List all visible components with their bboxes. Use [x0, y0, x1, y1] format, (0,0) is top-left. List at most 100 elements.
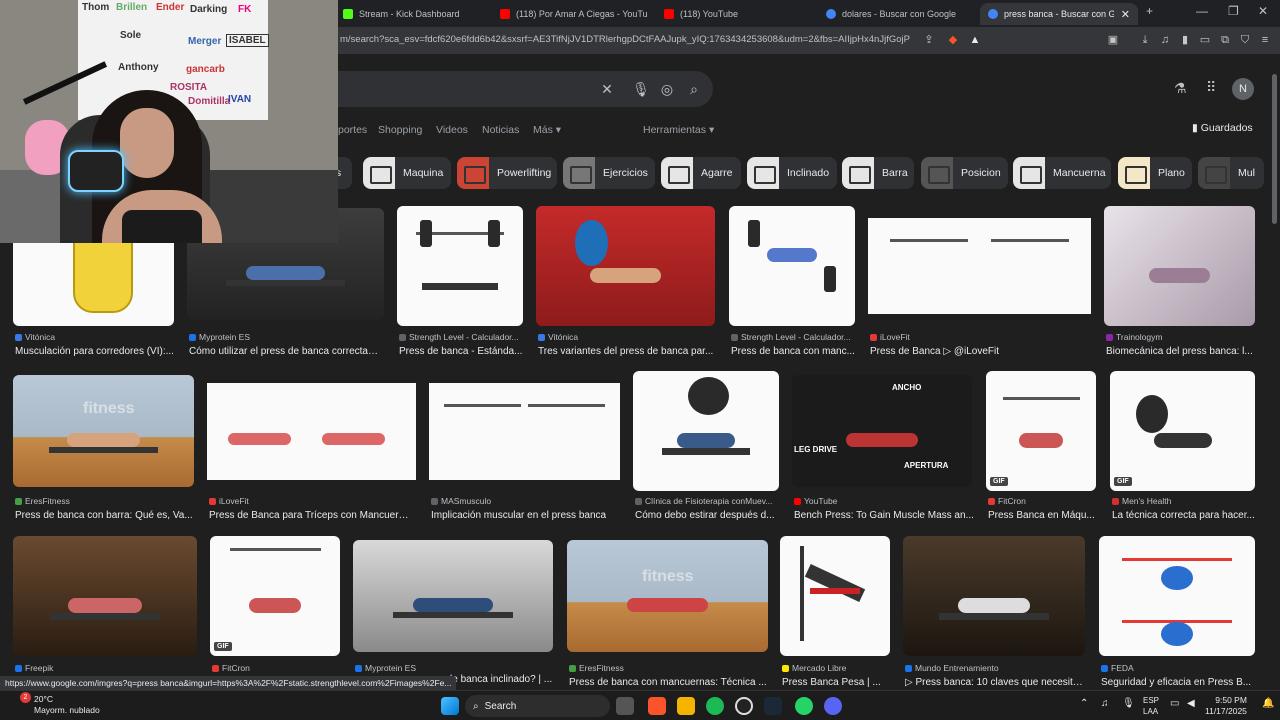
- image-result[interactable]: Freepik: [13, 536, 198, 690]
- brave-icon[interactable]: [648, 697, 666, 715]
- head-shape: [1161, 622, 1193, 647]
- media-icon[interactable]: ♫: [1158, 33, 1172, 47]
- image-result[interactable]: Trainologym Biomecánica del press banca:…: [1104, 206, 1256, 358]
- tab-youtube[interactable]: (118) YouTube: [656, 3, 806, 25]
- download-icon[interactable]: ⤓: [1138, 33, 1152, 47]
- chip[interactable]: Ejercicios: [563, 157, 655, 189]
- image-result[interactable]: iLoveFit Press de Banca para Tríceps con…: [207, 383, 417, 525]
- spotify-icon[interactable]: [706, 697, 724, 715]
- tab-noticias[interactable]: Noticias: [482, 124, 519, 136]
- tab-mas[interactable]: Más ▾: [533, 124, 561, 136]
- lens-search-icon[interactable]: ◎: [658, 80, 676, 98]
- tray-chevron-icon[interactable]: ⌃: [1080, 698, 1088, 709]
- chip-label: Powerlifting: [497, 167, 552, 179]
- discord-icon[interactable]: [824, 697, 842, 715]
- image-result[interactable]: GIF Men's Health La técnica correcta par…: [1110, 371, 1256, 525]
- chip[interactable]: Barra: [842, 157, 914, 189]
- result-source: FitCron: [988, 496, 1098, 506]
- share-icon[interactable]: ⇪: [922, 33, 936, 47]
- barbell-shape: [990, 239, 1069, 243]
- close-tab-icon[interactable]: ✕: [1121, 8, 1130, 21]
- tab-deportes[interactable]: portes: [338, 124, 367, 136]
- image-result[interactable]: fitness EresFitness Press de banca con b…: [13, 375, 195, 525]
- image-result[interactable]: iLoveFit Press de Banca ▷ @iLoveFit: [868, 218, 1092, 358]
- volume-icon[interactable]: ◀: [1187, 698, 1195, 709]
- account-avatar[interactable]: N: [1232, 78, 1254, 100]
- tab-youtube-video[interactable]: (118) Por Amar A Ciegas - YouTub: [492, 3, 647, 25]
- menu-icon[interactable]: ≡: [1258, 33, 1272, 47]
- tab-kick[interactable]: Stream - Kick Dashboard: [335, 3, 485, 25]
- file-explorer-icon[interactable]: [677, 697, 695, 715]
- image-result[interactable]: Mercado Libre Press Banca Pesa | ...: [780, 536, 892, 690]
- image-result[interactable]: MASmusculo Implicación muscular en el pr…: [429, 383, 621, 525]
- close-window-button[interactable]: ✕: [1258, 4, 1268, 18]
- microphone-icon[interactable]: 🎙: [1122, 698, 1135, 709]
- chip[interactable]: Mancuerna: [1013, 157, 1111, 189]
- minimize-button[interactable]: —: [1196, 4, 1208, 18]
- headset-icon[interactable]: ♫: [1101, 698, 1109, 709]
- tab-dolares[interactable]: dolares - Buscar con Google: [818, 3, 973, 25]
- source-label: YouTube: [804, 496, 838, 506]
- obs-icon[interactable]: [735, 697, 753, 715]
- image-result[interactable]: Mundo Entrenamiento ▷ Press banca: 10 cl…: [903, 536, 1087, 690]
- weather-widget[interactable]: 2 20°C Mayorm. nublado: [8, 692, 100, 716]
- panel-icon[interactable]: ▮: [1178, 33, 1192, 47]
- chip[interactable]: Inclinado: [747, 157, 837, 189]
- chip[interactable]: Powerlifting: [457, 157, 557, 189]
- image-result[interactable]: Myprotein ES ress de banca inclinado? | …: [353, 540, 555, 690]
- url-field[interactable]: m/search?sca_esv=fdcf620e6fdd6b42&sxsrf=…: [340, 34, 910, 45]
- new-tab-button[interactable]: +: [1146, 4, 1153, 18]
- steam-icon[interactable]: [764, 697, 782, 715]
- scrollbar-thumb[interactable]: [1272, 74, 1277, 224]
- image-result[interactable]: Clínica de Fisioterapia conMuev... Cómo …: [633, 371, 781, 525]
- image-result[interactable]: Vitónica Tres variantes del press de ban…: [536, 206, 718, 358]
- image-result[interactable]: GIF FitCron: [210, 536, 342, 690]
- labs-icon[interactable]: ⚗: [1174, 80, 1187, 97]
- tools-menu[interactable]: Herramientas ▾: [643, 124, 714, 136]
- source-label: iLoveFit: [219, 496, 249, 506]
- wallet-icon[interactable]: ▭: [1198, 33, 1212, 47]
- chip[interactable]: Agarre: [661, 157, 741, 189]
- bench-shape: [422, 282, 498, 290]
- result-image: fitness: [13, 375, 194, 487]
- image-result[interactable]: Strength Level - Calculador... Press de …: [397, 206, 525, 358]
- site-icon: [1101, 664, 1108, 672]
- maximize-button[interactable]: ❐: [1228, 4, 1239, 18]
- result-source: MASmusculo: [431, 496, 619, 506]
- image-result[interactable]: ANCHO LEG DRIVE APERTURA YouTube Bench P…: [792, 375, 974, 525]
- windows-start-icon[interactable]: [441, 697, 459, 715]
- image-result[interactable]: Strength Level - Calculador... Press de …: [729, 206, 857, 358]
- language-indicator[interactable]: ESP LAA: [1143, 695, 1159, 717]
- voice-search-icon[interactable]: 🎙: [632, 80, 650, 98]
- chip[interactable]: Plano: [1118, 157, 1192, 189]
- network-icon[interactable]: ▭: [1170, 698, 1179, 709]
- taskbar-search[interactable]: ⌕ Search: [465, 695, 610, 717]
- site-icon: [1112, 497, 1119, 505]
- search-box[interactable]: ✕ 🎙 ◎ ⌕: [300, 71, 713, 107]
- sidebar-icon[interactable]: ▣: [1106, 33, 1120, 47]
- clear-search-icon[interactable]: ✕: [598, 80, 616, 98]
- clock[interactable]: 9:50 PM 11/17/2025: [1205, 695, 1247, 717]
- vpn-icon[interactable]: ⛉: [1238, 33, 1252, 47]
- task-view-icon[interactable]: [616, 697, 634, 715]
- image-result[interactable]: fitness EresFitness Press de banca con m…: [567, 540, 769, 690]
- tab-videos[interactable]: Videos: [436, 124, 468, 136]
- image-result[interactable]: FEDA Seguridad y eficacia en Press B...: [1099, 536, 1257, 690]
- chip[interactable]: Posicion: [921, 157, 1008, 189]
- search-icon[interactable]: ⌕: [685, 80, 703, 98]
- saved-button[interactable]: ▮ Guardados: [1192, 122, 1253, 134]
- chip[interactable]: Mul: [1198, 157, 1264, 189]
- image-result[interactable]: GIF FitCron Press Banca en Máqu...: [986, 371, 1098, 525]
- result-caption: Implicación muscular en el press banca: [431, 510, 607, 521]
- brave-shield-icon[interactable]: ◆: [946, 33, 960, 47]
- chip[interactable]: Maquina: [363, 157, 451, 189]
- rewards-icon[interactable]: ▲: [968, 33, 982, 47]
- apps-grid-icon[interactable]: ⠿: [1206, 79, 1216, 96]
- tab-shopping[interactable]: Shopping: [378, 124, 422, 136]
- tab-press-banca[interactable]: press banca - Buscar con Google ✕: [980, 3, 1138, 25]
- wall-name: Thom: [82, 2, 110, 13]
- whatsapp-icon[interactable]: [795, 697, 813, 715]
- extensions-icon[interactable]: ⧉: [1218, 33, 1232, 47]
- person-shape: [1019, 433, 1063, 448]
- notification-bell-icon[interactable]: 🔔: [1262, 698, 1274, 709]
